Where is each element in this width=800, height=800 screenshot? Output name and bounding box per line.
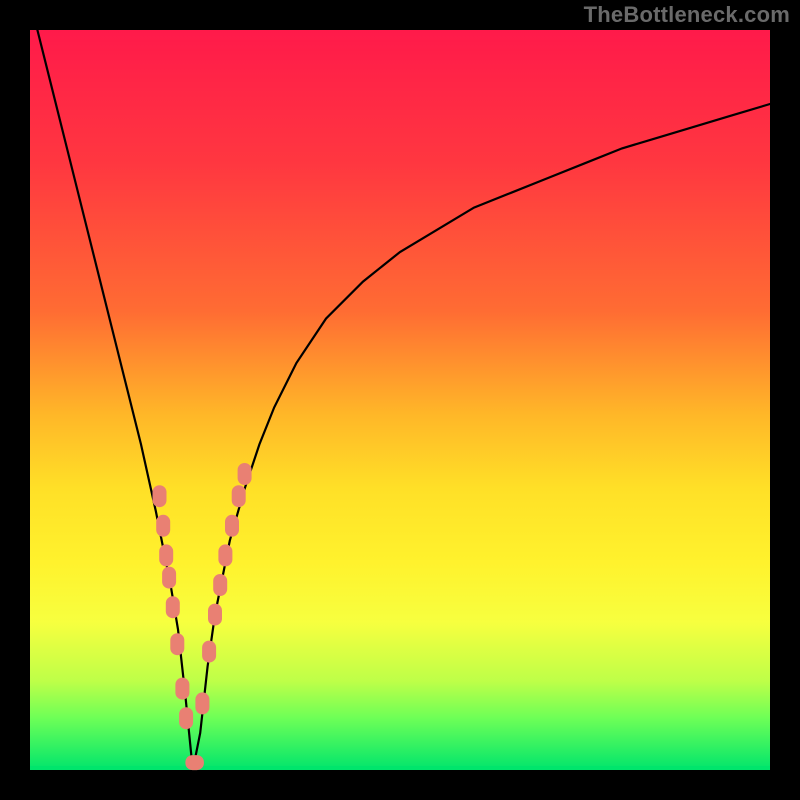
threshold-marker bbox=[202, 641, 216, 663]
threshold-marker bbox=[218, 544, 232, 566]
threshold-marker bbox=[162, 567, 176, 589]
threshold-marker bbox=[238, 463, 252, 485]
threshold-marker bbox=[166, 596, 180, 618]
bottom-capsule-marker bbox=[185, 755, 204, 770]
threshold-marker bbox=[156, 515, 170, 537]
marker-group-left bbox=[153, 485, 194, 729]
threshold-marker bbox=[225, 515, 239, 537]
chart-stage: TheBottleneck.com bbox=[0, 0, 800, 800]
chart-overlay-svg bbox=[30, 30, 770, 770]
threshold-marker bbox=[175, 678, 189, 700]
threshold-marker bbox=[159, 544, 173, 566]
threshold-marker bbox=[213, 574, 227, 596]
bottleneck-curve bbox=[37, 30, 770, 770]
threshold-marker bbox=[232, 485, 246, 507]
threshold-marker bbox=[153, 485, 167, 507]
watermark-text: TheBottleneck.com bbox=[584, 2, 790, 28]
threshold-marker bbox=[170, 633, 184, 655]
threshold-marker bbox=[208, 604, 222, 626]
threshold-marker bbox=[179, 707, 193, 729]
marker-group-right bbox=[195, 463, 251, 714]
threshold-marker bbox=[195, 692, 209, 714]
